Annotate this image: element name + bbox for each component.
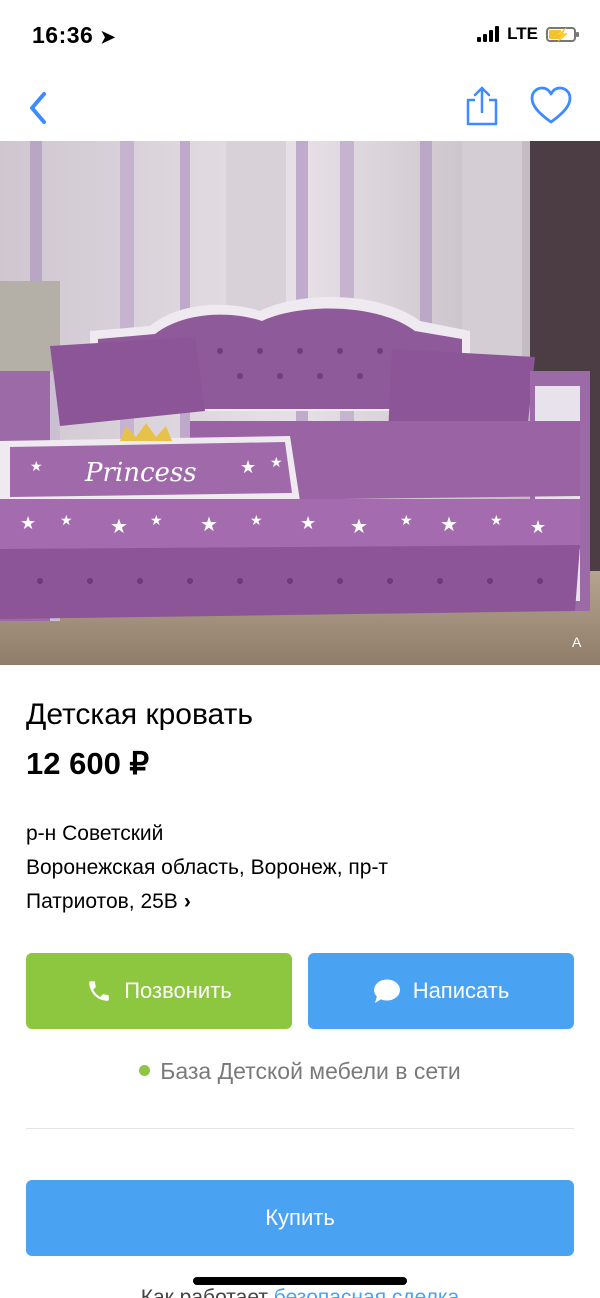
call-button-label: Позвонить xyxy=(124,978,232,1003)
chevron-right-icon: › xyxy=(183,890,191,913)
nav-bar xyxy=(0,78,600,134)
chevron-left-icon xyxy=(30,92,46,124)
message-button-label: Написать xyxy=(412,978,510,1003)
battery-icon: ⚡ xyxy=(546,26,579,42)
svg-text:★: ★ xyxy=(490,512,503,528)
address-line-1: Воронежская область, Воронеж, пр-т xyxy=(26,856,389,879)
status-indicators: LTE ⚡ xyxy=(477,24,579,44)
svg-text:★: ★ xyxy=(440,514,458,536)
home-indicator[interactable] xyxy=(193,1277,407,1285)
buy-button[interactable]: Купить xyxy=(26,1180,574,1256)
location-arrow-icon: ➤ xyxy=(100,27,116,47)
address-line-2: Патриотов, 25В › xyxy=(26,890,191,913)
svg-text:★: ★ xyxy=(150,512,163,528)
svg-text:★: ★ xyxy=(30,458,43,474)
svg-text:Princess: Princess xyxy=(84,458,197,488)
svg-text:★: ★ xyxy=(60,512,73,528)
svg-text:★: ★ xyxy=(530,517,546,537)
divider xyxy=(26,1128,574,1129)
svg-text:★: ★ xyxy=(300,513,316,533)
svg-text:★: ★ xyxy=(350,516,368,538)
share-button[interactable] xyxy=(462,82,502,128)
safe-deal-link[interactable]: безопасная сделка xyxy=(274,1286,459,1298)
network-label: LTE xyxy=(507,24,538,43)
listing-address[interactable]: р-н Советский Воронежская область, Ворон… xyxy=(26,817,566,919)
svg-text:★: ★ xyxy=(20,513,36,533)
favorite-button[interactable] xyxy=(528,84,574,128)
seller-status[interactable]: База Детской мебели в сети xyxy=(0,1058,600,1085)
photo-watermark: A xyxy=(572,634,582,650)
safe-deal-prefix: Как работает xyxy=(140,1286,274,1298)
online-indicator-icon xyxy=(139,1065,151,1077)
svg-text:★: ★ xyxy=(200,514,218,536)
signal-icon xyxy=(477,26,500,42)
back-button[interactable] xyxy=(22,84,58,128)
chat-bubble-icon xyxy=(373,979,400,1003)
share-icon xyxy=(466,86,498,126)
listing-photo[interactable]: Princess ★ ★ ★ ★ ★ ★ ★ ★ ★ ★ ★ ★ ★ ★ ★ A xyxy=(0,141,600,665)
listing-title: Детская кровать xyxy=(26,698,253,731)
buy-button-label: Купить xyxy=(265,1205,335,1230)
seller-status-text: База Детской мебели в сети xyxy=(160,1058,461,1084)
message-button[interactable]: Написать xyxy=(308,953,574,1029)
svg-text:★: ★ xyxy=(270,454,283,470)
bed-photo: Princess ★ ★ ★ ★ ★ ★ ★ ★ ★ ★ ★ ★ ★ ★ ★ A xyxy=(0,141,600,665)
address-district: р-н Советский xyxy=(26,822,164,845)
svg-text:★: ★ xyxy=(250,512,263,528)
svg-text:★: ★ xyxy=(400,512,413,528)
svg-text:★: ★ xyxy=(240,457,256,477)
safe-deal-info[interactable]: Как работает безопасная сделка xyxy=(0,1283,600,1298)
listing-price: 12 600 ₽ xyxy=(26,746,150,781)
heart-icon xyxy=(530,86,572,124)
status-bar: 16:36 ➤ LTE ⚡ xyxy=(0,0,600,72)
phone-icon xyxy=(89,981,109,1001)
status-time: 16:36 ➤ xyxy=(32,22,116,48)
call-button[interactable]: Позвонить xyxy=(26,953,292,1029)
svg-text:★: ★ xyxy=(110,516,128,538)
